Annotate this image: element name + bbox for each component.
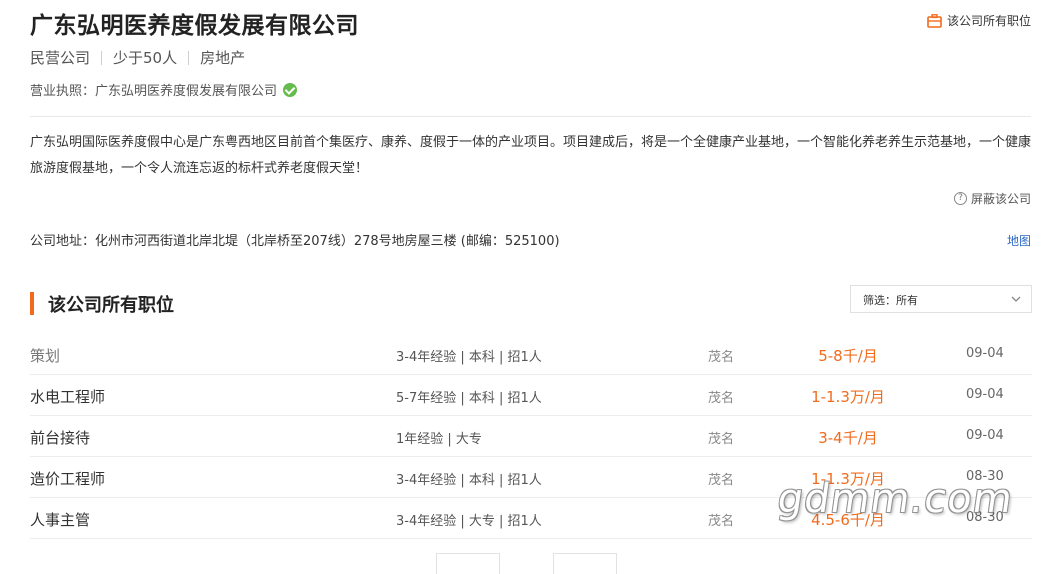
- job-requirements: 1年经验 | 大专: [396, 432, 482, 447]
- map-link[interactable]: 地图: [1007, 232, 1031, 249]
- job-title[interactable]: 水电工程师: [30, 386, 105, 407]
- license-name: 广东弘明医养度假发展有限公司: [95, 84, 278, 99]
- job-location: 茂名: [708, 514, 735, 529]
- section-title: 该公司所有职位: [48, 295, 174, 316]
- pagination-next-button[interactable]: [553, 553, 617, 574]
- job-date: 09-04: [966, 428, 1004, 443]
- job-salary: 5-8千/月: [818, 347, 878, 365]
- job-date: 09-04: [966, 346, 1004, 361]
- company-type: 民营公司: [30, 49, 91, 67]
- company-size: 少于50人: [113, 49, 178, 67]
- job-row[interactable]: 策划 3-4年经验 | 本科 | 招1人 茂名 5-8千/月 09-04: [30, 334, 1032, 375]
- block-company-link[interactable]: ? 屏蔽该公司: [953, 190, 1031, 207]
- section-accent-bar: [30, 292, 34, 315]
- job-title[interactable]: 前台接待: [30, 427, 90, 448]
- filter-select[interactable]: 筛选：所有: [850, 285, 1032, 313]
- pagination-prev-button[interactable]: [436, 553, 500, 574]
- license-label: 营业执照：: [30, 84, 96, 99]
- filter-text: 筛选：所有: [863, 292, 918, 308]
- all-jobs-link-label: 该公司所有职位: [946, 14, 1031, 28]
- job-row[interactable]: 水电工程师 5-7年经验 | 本科 | 招1人 茂名 1-1.3万/月 09-0…: [30, 375, 1032, 416]
- briefcase-icon: [927, 13, 942, 28]
- verified-check-icon: [283, 82, 298, 97]
- meta-divider: [101, 50, 103, 65]
- meta-divider: [188, 50, 190, 65]
- job-date: 09-04: [966, 387, 1004, 402]
- all-jobs-link[interactable]: 该公司所有职位: [927, 12, 1031, 29]
- job-requirements: 3-4年经验 | 本科 | 招1人: [396, 473, 542, 488]
- job-title[interactable]: 策划: [30, 345, 60, 366]
- company-address: 公司地址：化州市河西街道北岸北堤（北岸桥至207线）278号地房屋三楼 (邮编：…: [30, 230, 560, 249]
- job-title[interactable]: 造价工程师: [30, 468, 105, 489]
- block-company-label: 屏蔽该公司: [970, 192, 1031, 206]
- job-salary: 3-4千/月: [818, 429, 878, 447]
- divider: [30, 116, 1031, 117]
- job-location: 茂名: [708, 432, 735, 447]
- company-name: 广东弘明医养度假发展有限公司: [30, 13, 359, 39]
- job-row[interactable]: 前台接待 1年经验 | 大专 茂名 3-4千/月 09-04: [30, 416, 1032, 457]
- address-text: 化州市河西街道北岸北堤（北岸桥至207线）278号地房屋三楼 (邮编：52510…: [95, 234, 560, 249]
- job-location: 茂名: [708, 391, 735, 406]
- company-industry: 房地产: [200, 49, 246, 67]
- job-location: 茂名: [708, 350, 735, 365]
- job-salary: 1-1.3万/月: [811, 388, 885, 406]
- question-icon: ?: [953, 192, 967, 205]
- job-requirements: 5-7年经验 | 本科 | 招1人: [396, 391, 542, 406]
- business-license: 营业执照： 广东弘明医养度假发展有限公司: [30, 80, 298, 99]
- job-location: 茂名: [708, 473, 735, 488]
- filter-value: 所有: [896, 294, 918, 307]
- company-description: 广东弘明国际医养度假中心是广东粤西地区目前首个集医疗、康养、度假于一体的产业项目…: [30, 135, 1032, 176]
- filter-label: 筛选：: [863, 294, 896, 307]
- company-meta: 民营公司 少于50人 房地产: [30, 47, 245, 68]
- site-watermark: gdmm.com: [774, 476, 1017, 522]
- job-requirements: 3-4年经验 | 大专 | 招1人: [396, 514, 542, 529]
- job-requirements: 3-4年经验 | 本科 | 招1人: [396, 350, 542, 365]
- address-label: 公司地址：: [30, 234, 96, 249]
- job-title[interactable]: 人事主管: [30, 509, 90, 530]
- chevron-down-icon: [1011, 296, 1021, 302]
